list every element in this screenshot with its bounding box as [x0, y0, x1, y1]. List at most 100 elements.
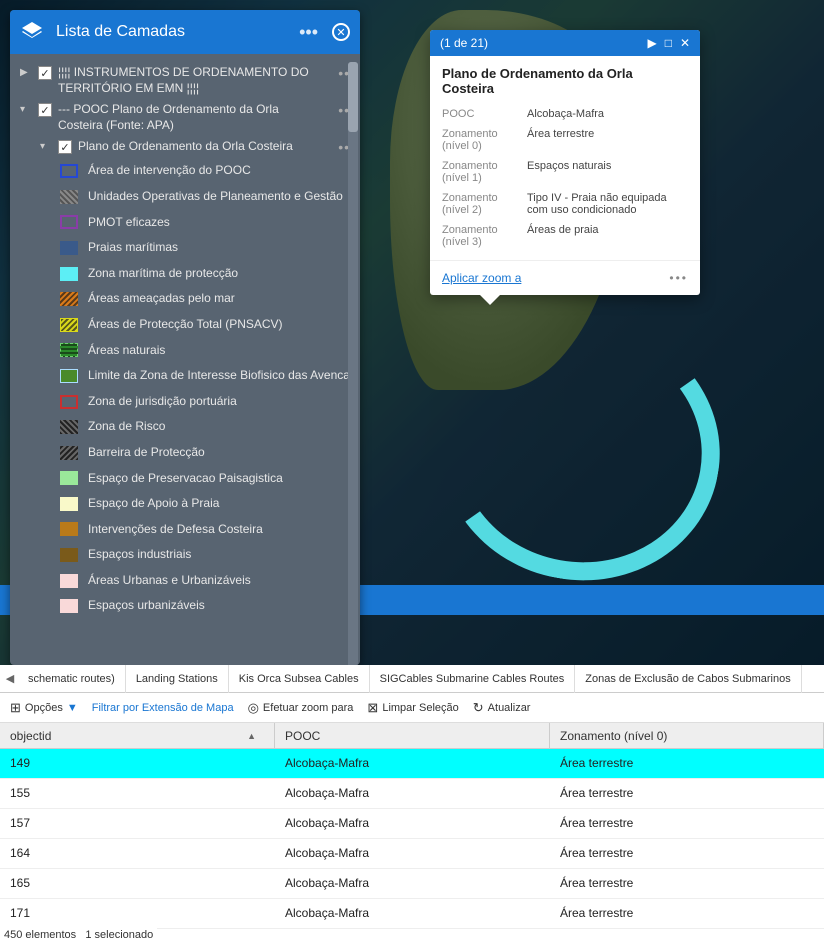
status-count: 450 elementos	[4, 929, 76, 941]
layer-tree-item[interactable]: ▾ ✓ Plano de Ordenamento da Orla Costeir…	[18, 136, 356, 158]
table-row[interactable]: 149Alcobaça-MafraÁrea terrestre	[0, 749, 824, 779]
cell-pooc: Alcobaça-Mafra	[275, 749, 550, 778]
tabs-scroll-left-icon[interactable]: ◀	[2, 672, 18, 685]
legend-item[interactable]: Espaço de Preservacao Paisagistica	[60, 466, 356, 492]
column-header-pooc[interactable]: POOC	[275, 723, 550, 748]
close-icon[interactable]: ✕	[332, 23, 350, 41]
layers-icon	[20, 20, 44, 44]
legend-item[interactable]: Espaço de Apoio à Praia	[60, 491, 356, 517]
table-row[interactable]: 165Alcobaça-MafraÁrea terrestre	[0, 869, 824, 899]
scrollbar-track[interactable]	[348, 62, 358, 665]
cell-zonamento: Área terrestre	[550, 869, 824, 898]
filter-by-extent-button[interactable]: Filtrar por Extensão de Mapa	[92, 702, 234, 714]
legend-item[interactable]: Zona marítima de protecção	[60, 261, 356, 287]
status-bar: 450 elementos 1 selecionado	[0, 927, 157, 943]
column-label: objectid	[10, 729, 51, 743]
table-row[interactable]: 171Alcobaça-MafraÁrea terrestre	[0, 899, 824, 929]
clear-label: Limpar Seleção	[382, 702, 458, 714]
cell-pooc: Alcobaça-Mafra	[275, 779, 550, 808]
attribute-tab[interactable]: SIGCables Submarine Cables Routes	[370, 665, 576, 693]
legend-swatch	[60, 446, 78, 460]
legend-swatch	[60, 343, 78, 357]
cell-pooc: Alcobaça-Mafra	[275, 839, 550, 868]
cell-zonamento: Área terrestre	[550, 839, 824, 868]
dropdown-arrow-icon: ▼	[67, 702, 78, 714]
legend-item[interactable]: Zona de jurisdição portuária	[60, 389, 356, 415]
legend-label: Área de intervenção do POOC	[88, 163, 251, 179]
attribute-tab[interactable]: Zonas de Exclusão de Cabos Submarinos	[575, 665, 801, 693]
cell-zonamento: Área terrestre	[550, 899, 824, 928]
legend-item[interactable]: Praias marítimas	[60, 235, 356, 261]
scrollbar-thumb[interactable]	[348, 62, 358, 132]
table-row[interactable]: 155Alcobaça-MafraÁrea terrestre	[0, 779, 824, 809]
attribute-table-panel: ◀ schematic routes)Landing StationsKis O…	[0, 665, 824, 943]
legend-item[interactable]: Espaços industriais	[60, 542, 356, 568]
table-row[interactable]: 164Alcobaça-MafraÁrea terrestre	[0, 839, 824, 869]
legend-item[interactable]: Unidades Operativas de Planeamento e Ges…	[60, 184, 356, 210]
legend-item[interactable]: Área de intervenção do POOC	[60, 158, 356, 184]
layer-tree-item[interactable]: ▶ ✓ ¦¦¦¦ INSTRUMENTOS DE ORDENAMENTO DO …	[18, 62, 356, 99]
sort-asc-icon: ▲	[247, 731, 256, 741]
maximize-icon[interactable]: □	[665, 36, 672, 50]
options-button[interactable]: ⊞ Opções ▼	[10, 700, 78, 716]
legend-item[interactable]: Barreira de Protecção	[60, 440, 356, 466]
layer-label: ¦¦¦¦ INSTRUMENTOS DE ORDENAMENTO DO TERR…	[58, 65, 332, 96]
attribute-tab[interactable]: Landing Stations	[126, 665, 229, 693]
legend-label: Intervenções de Defesa Costeira	[88, 522, 263, 538]
clear-icon: ⊠	[367, 700, 378, 716]
close-icon[interactable]: ✕	[680, 36, 690, 50]
zoom-label: Efetuar zoom para	[263, 702, 354, 714]
cell-pooc: Alcobaça-Mafra	[275, 869, 550, 898]
next-feature-icon[interactable]: ▶	[647, 36, 656, 50]
legend-swatch	[60, 190, 78, 204]
legend-item[interactable]: Zona de Risco	[60, 414, 356, 440]
layer-checkbox[interactable]: ✓	[38, 103, 52, 117]
legend-label: Limite da Zona de Interesse Biofisico da…	[88, 368, 356, 384]
popup-more-icon[interactable]: •••	[669, 271, 688, 285]
legend-item[interactable]: Intervenções de Defesa Costeira	[60, 517, 356, 543]
layer-tree-item[interactable]: ▾ ✓ --- POOC Plano de Ordenamento da Orl…	[18, 99, 356, 136]
attribute-tab[interactable]: schematic routes)	[18, 665, 126, 693]
popup-attribute-row: Zonamento (nível 2)Tipo IV - Praia não e…	[430, 188, 700, 220]
layer-list-title: Lista de Camadas	[56, 23, 285, 41]
column-header-objectid[interactable]: objectid ▲	[0, 723, 275, 748]
column-header-zonamento[interactable]: Zonamento (nível 0)	[550, 723, 824, 748]
legend-label: Áreas de Protecção Total (PNSACV)	[88, 317, 283, 333]
legend-label: Zona marítima de protecção	[88, 266, 238, 282]
popup-attribute-row: POOCAlcobaça-Mafra	[430, 104, 700, 124]
legend-item[interactable]: PMOT eficazes	[60, 210, 356, 236]
legend-item[interactable]: Áreas Urbanas e Urbanizáveis	[60, 568, 356, 594]
layer-checkbox[interactable]: ✓	[58, 140, 72, 154]
legend-item[interactable]: Limite da Zona de Interesse Biofisico da…	[60, 363, 356, 389]
legend-label: Zona de jurisdição portuária	[88, 394, 237, 410]
popup-attr-key: Zonamento (nível 2)	[442, 192, 517, 216]
layer-menu-icon[interactable]: •••	[297, 20, 320, 45]
collapse-arrow-icon[interactable]: ▾	[20, 104, 32, 115]
popup-attr-value: Alcobaça-Mafra	[527, 108, 688, 120]
zoom-to-button[interactable]: ◎ Efetuar zoom para	[248, 700, 354, 716]
attribute-tab[interactable]: Kis Orca Subsea Cables	[229, 665, 370, 693]
expand-arrow-icon[interactable]: ▶	[20, 67, 32, 78]
zoom-to-link[interactable]: Aplicar zoom a	[442, 271, 669, 285]
legend-item[interactable]: Áreas naturais	[60, 338, 356, 364]
popup-attr-value: Área terrestre	[527, 128, 688, 152]
refresh-label: Atualizar	[488, 702, 531, 714]
legend-item[interactable]: Áreas de Protecção Total (PNSACV)	[60, 312, 356, 338]
refresh-button[interactable]: ↻ Atualizar	[473, 700, 531, 716]
table-row[interactable]: 157Alcobaça-MafraÁrea terrestre	[0, 809, 824, 839]
clear-selection-button[interactable]: ⊠ Limpar Seleção	[367, 700, 458, 716]
cell-objectid: 155	[0, 779, 275, 808]
cell-zonamento: Área terrestre	[550, 779, 824, 808]
legend-swatch	[60, 215, 78, 229]
collapse-arrow-icon[interactable]: ▾	[40, 141, 52, 152]
layer-checkbox[interactable]: ✓	[38, 66, 52, 80]
options-label: Opções	[25, 702, 63, 714]
legend-swatch	[60, 292, 78, 306]
legend-label: Espaços urbanizáveis	[88, 598, 205, 614]
attribute-tabs-row: ◀ schematic routes)Landing StationsKis O…	[0, 665, 824, 693]
legend-label: Áreas ameaçadas pelo mar	[88, 291, 235, 307]
legend-swatch	[60, 318, 78, 332]
legend-item[interactable]: Áreas ameaçadas pelo mar	[60, 286, 356, 312]
legend-label: Áreas naturais	[88, 343, 165, 359]
legend-item[interactable]: Espaços urbanizáveis	[60, 593, 356, 619]
